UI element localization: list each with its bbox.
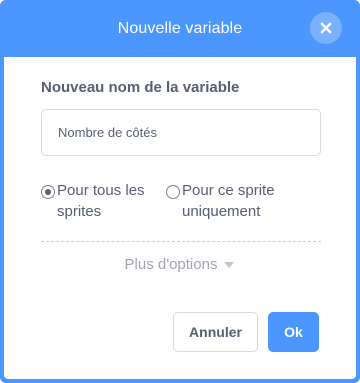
close-button[interactable]: [310, 12, 342, 44]
new-variable-dialog: Nouvelle variable Nouveau nom de la vari…: [0, 0, 360, 383]
radio-button-unselected[interactable]: [166, 185, 180, 199]
dialog-title: Nouvelle variable: [117, 19, 243, 37]
dialog-header: Nouvelle variable: [0, 0, 360, 57]
dashed-divider: [41, 241, 321, 242]
dialog-body: Nouveau nom de la variable Pour tous les…: [4, 57, 356, 379]
more-options-label: Plus d'options: [124, 256, 218, 273]
cancel-button[interactable]: Annuler: [173, 312, 258, 352]
caret-down-icon: [224, 261, 235, 268]
radio-dot: [45, 189, 51, 195]
scope-radio-group: Pour tous les sprites Pour ce sprite uni…: [41, 180, 326, 222]
ok-button[interactable]: Ok: [268, 312, 319, 352]
radio-this-sprite[interactable]: Pour ce sprite uniquement: [166, 180, 291, 222]
variable-name-input[interactable]: [41, 109, 321, 156]
radio-all-sprites-label: Pour tous les sprites: [57, 182, 145, 220]
variable-name-label: Nouveau nom de la variable: [41, 79, 240, 96]
radio-button-selected[interactable]: [41, 185, 55, 199]
radio-all-sprites[interactable]: Pour tous les sprites: [41, 180, 166, 222]
radio-this-sprite-label: Pour ce sprite uniquement: [182, 182, 275, 220]
close-icon: [320, 22, 332, 34]
more-options-toggle[interactable]: Plus d'options: [4, 256, 356, 273]
